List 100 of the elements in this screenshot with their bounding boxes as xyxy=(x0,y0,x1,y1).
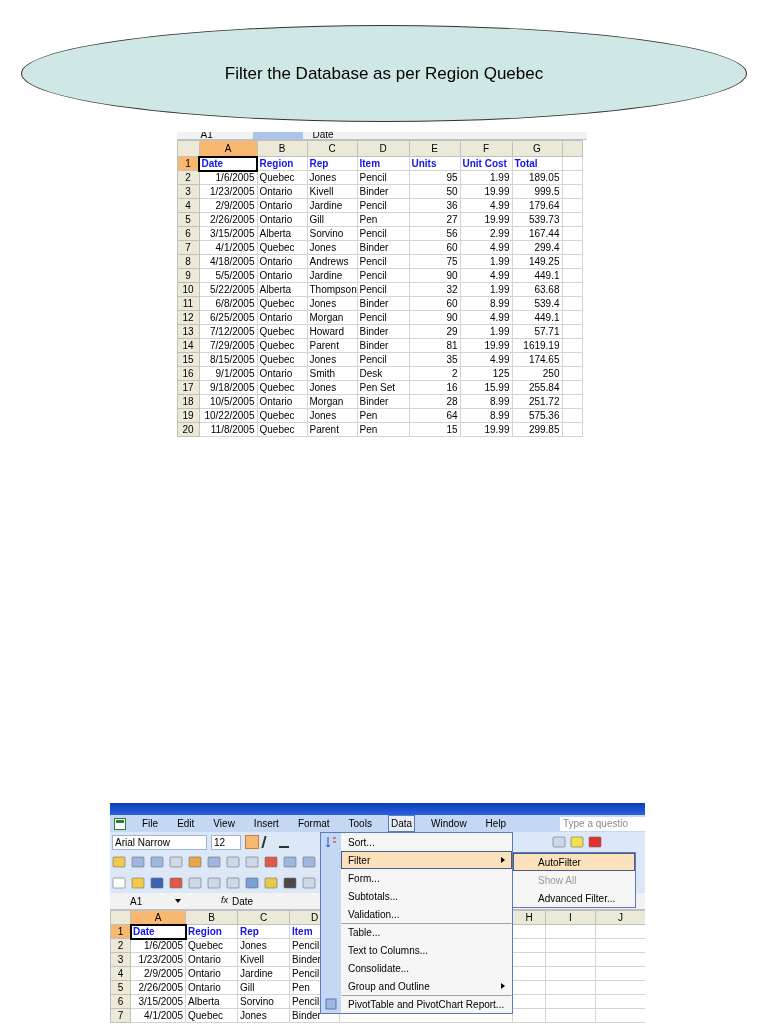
table-cell: 1/23/2005 xyxy=(130,952,186,967)
toolbar-icon[interactable] xyxy=(169,875,183,890)
table-cell: 10/5/2005 xyxy=(199,394,257,409)
menu-item[interactable]: Form... xyxy=(341,869,512,887)
table-cell: 1.99 xyxy=(460,282,512,297)
table-cell: Binder xyxy=(357,338,409,353)
menu-item[interactable]: Window xyxy=(428,815,470,832)
table-cell: Smith xyxy=(307,366,357,381)
menu-item[interactable]: Insert xyxy=(250,815,282,832)
table-cell: 539.73 xyxy=(512,212,562,227)
table-cell: 250 xyxy=(512,366,562,381)
table-cell: 57.71 xyxy=(512,324,562,339)
toolbar-icon[interactable] xyxy=(150,875,164,890)
font-size-field[interactable]: 12 xyxy=(211,834,241,850)
font-name-field[interactable]: Arial Narrow xyxy=(112,834,207,850)
table-cell: 8.99 xyxy=(460,394,512,409)
column-header[interactable]: A xyxy=(199,140,257,157)
table-cell: Gill xyxy=(307,212,357,227)
menu-item[interactable]: Validation... xyxy=(341,905,512,923)
table-cell: Kivell xyxy=(237,952,290,967)
name-box[interactable]: A1 xyxy=(176,132,253,139)
select-all-corner[interactable] xyxy=(110,910,131,925)
table-cell: 251.72 xyxy=(512,394,562,409)
column-header[interactable]: A xyxy=(130,910,186,925)
table-cell: Sorvino xyxy=(237,994,290,1009)
select-all-corner[interactable] xyxy=(177,140,199,157)
table-cell: 255.84 xyxy=(512,380,562,395)
table-cell: Parent xyxy=(307,422,357,437)
column-header[interactable]: D xyxy=(357,140,409,157)
column-header[interactable]: G xyxy=(512,140,562,157)
toolbar-icon[interactable] xyxy=(283,875,297,890)
menu-item[interactable]: Text to Columns... xyxy=(341,941,512,959)
menu-item[interactable]: PivotTable and PivotChart Report... xyxy=(341,995,512,1013)
table-cell: 15.99 xyxy=(460,380,512,395)
menu-item[interactable]: Filter xyxy=(341,851,512,869)
table-cell: 60 xyxy=(409,240,460,255)
column-header[interactable]: E xyxy=(409,140,460,157)
table-cell: 90 xyxy=(409,310,460,325)
table-cell: 64 xyxy=(409,408,460,423)
table-cell: Sorvino xyxy=(307,226,357,241)
menu-item[interactable]: Edit xyxy=(174,815,198,832)
menu-item[interactable]: Format xyxy=(294,815,333,832)
menu-item[interactable]: File xyxy=(139,815,162,832)
table-cell: Total xyxy=(512,156,562,171)
table-cell: 9/18/2005 xyxy=(199,380,257,395)
table-cell: Jardine xyxy=(307,268,357,283)
table-cell: Ontario xyxy=(185,980,238,995)
table-cell: Quebec xyxy=(257,170,307,185)
column-header[interactable]: F xyxy=(460,140,512,157)
table-cell: 449.1 xyxy=(512,268,562,283)
name-box[interactable]: A1 xyxy=(110,893,175,909)
formula-field[interactable]: Date xyxy=(232,893,254,909)
table-cell: 4.99 xyxy=(460,352,512,367)
dropdown-icon[interactable] xyxy=(175,899,181,903)
table-cell: 19.99 xyxy=(460,422,512,437)
table-cell: Pen xyxy=(357,422,409,437)
menu-item[interactable]: AutoFilter xyxy=(513,853,635,871)
table-cell: 1/6/2005 xyxy=(199,170,257,185)
table-cell: 27 xyxy=(409,212,460,227)
table-cell: Jones xyxy=(307,408,357,423)
table-cell: 19.99 xyxy=(460,212,512,227)
menu-item[interactable]: Tools xyxy=(345,815,375,832)
question-field[interactable]: Type a questio xyxy=(560,816,645,831)
table-cell: 539.4 xyxy=(512,296,562,311)
menu-item[interactable]: Data xyxy=(387,815,416,832)
toolbar-icon[interactable] xyxy=(588,835,602,849)
table-cell: 56 xyxy=(409,226,460,241)
menu-item[interactable]: Subtotals... xyxy=(341,887,512,905)
table-cell: 50 xyxy=(409,184,460,199)
menu-item[interactable]: Help xyxy=(482,815,510,832)
menu-item[interactable]: Table... xyxy=(341,923,512,941)
column-header[interactable]: I xyxy=(545,910,596,925)
menu-item[interactable]: Group and Outline xyxy=(341,977,512,995)
menu-item[interactable]: Sort... xyxy=(341,833,512,851)
column-header[interactable]: B xyxy=(185,910,238,925)
menu-item[interactable]: Advanced Filter... xyxy=(513,889,635,907)
column-header[interactable]: C xyxy=(237,910,290,925)
table-cell: Binder xyxy=(357,324,409,339)
function-button[interactable]: fx xyxy=(221,894,228,908)
menu-item[interactable]: Consolidate... xyxy=(341,959,512,977)
table-cell: Alberta xyxy=(257,282,307,297)
column-header[interactable]: J xyxy=(595,910,645,925)
table-cell: Date xyxy=(199,156,257,171)
column-header[interactable]: B xyxy=(257,140,307,157)
table-cell: 149.25 xyxy=(512,254,562,269)
column-header[interactable]: H xyxy=(512,910,546,925)
name-box-dropdown[interactable] xyxy=(252,132,303,139)
toolbar-icon[interactable] xyxy=(264,855,278,869)
table-cell: Pencil xyxy=(357,268,409,283)
table-cell: 90 xyxy=(409,268,460,283)
table-cell: Quebec xyxy=(185,1008,238,1023)
table-cell: Jardine xyxy=(237,966,290,981)
table-cell: Pencil xyxy=(357,226,409,241)
formula-field[interactable]: Date xyxy=(302,132,334,139)
menu-item[interactable]: View xyxy=(210,815,238,832)
spreadsheet-icon[interactable] xyxy=(114,817,126,830)
table-cell: Jardine xyxy=(307,198,357,213)
table-cell: 2/9/2005 xyxy=(199,198,257,213)
table-cell: 3/15/2005 xyxy=(199,226,257,241)
column-header[interactable]: C xyxy=(307,140,357,157)
